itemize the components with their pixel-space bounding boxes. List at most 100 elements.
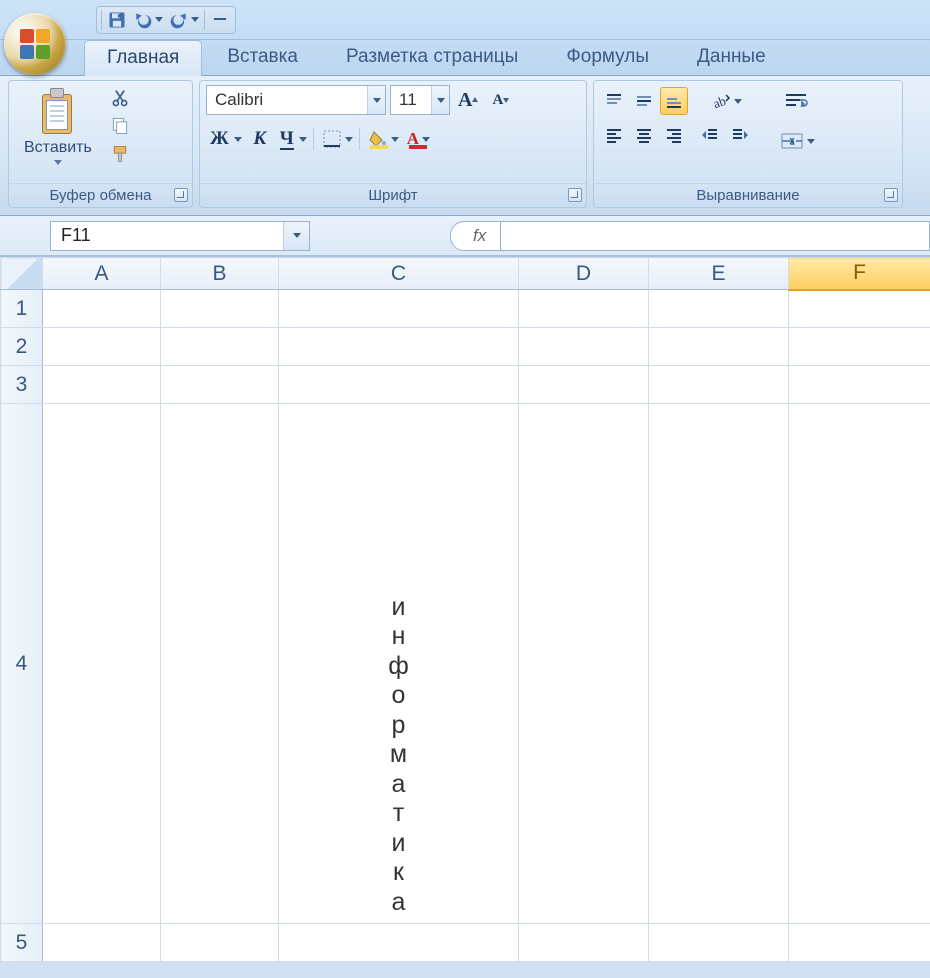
row-header-4[interactable]: 4	[1, 404, 43, 924]
redo-button[interactable]	[166, 7, 202, 33]
group-clipboard: Вставить Буфер обмена	[8, 80, 193, 208]
align-center-icon	[634, 125, 654, 145]
column-header-E[interactable]: E	[649, 258, 789, 290]
cell-B2[interactable]	[161, 328, 279, 366]
ribbon: Вставить Буфер обмена	[0, 76, 930, 216]
font-size-combo[interactable]: 11	[390, 85, 450, 115]
cell-F3[interactable]	[789, 366, 930, 404]
cell-A2[interactable]	[43, 328, 161, 366]
bold-button[interactable]: Ж	[206, 125, 244, 153]
cell-C5[interactable]	[279, 924, 519, 962]
column-header-B[interactable]: B	[161, 258, 279, 290]
align-top-button[interactable]	[600, 87, 628, 115]
cell-F4[interactable]	[789, 404, 930, 924]
tab-insert[interactable]: Вставка	[204, 39, 321, 75]
row-header-5[interactable]: 5	[1, 924, 43, 962]
align-right-icon	[664, 125, 684, 145]
copy-button[interactable]	[105, 113, 135, 139]
save-button[interactable]	[104, 7, 130, 33]
cell-E1[interactable]	[649, 290, 789, 328]
cell-A3[interactable]	[43, 366, 161, 404]
cell-C2[interactable]	[279, 328, 519, 366]
paste-button[interactable]: Вставить	[15, 85, 101, 168]
column-header-F[interactable]: F	[789, 258, 930, 290]
increase-indent-button[interactable]	[726, 121, 754, 149]
tab-home[interactable]: Главная	[84, 40, 202, 76]
cell-B5[interactable]	[161, 924, 279, 962]
cell-C1[interactable]	[279, 290, 519, 328]
insert-function-button[interactable]: fx	[450, 221, 501, 251]
orientation-icon: ab	[711, 91, 731, 111]
decrease-indent-button[interactable]	[696, 121, 724, 149]
cell-E4[interactable]	[649, 404, 789, 924]
cell-D1[interactable]	[519, 290, 649, 328]
cell-B3[interactable]	[161, 366, 279, 404]
cell-E2[interactable]	[649, 328, 789, 366]
indent-left-icon	[700, 125, 720, 145]
cell-E5[interactable]	[649, 924, 789, 962]
spreadsheet: ABCDEF 1234 информатика 5	[0, 256, 930, 962]
borders-button[interactable]	[318, 125, 355, 153]
merge-icon: a	[779, 128, 805, 154]
paintbrush-icon	[110, 144, 130, 164]
cell-B4[interactable]	[161, 404, 279, 924]
office-button[interactable]	[4, 13, 66, 75]
clipboard-icon	[38, 88, 78, 136]
customize-qat-button[interactable]	[207, 7, 233, 33]
italic-button[interactable]: К	[246, 125, 274, 153]
column-header-D[interactable]: D	[519, 258, 649, 290]
shrink-font-button[interactable]: A	[487, 86, 515, 114]
cell-F1[interactable]	[789, 290, 930, 328]
cell-D4[interactable]	[519, 404, 649, 924]
row-header-3[interactable]: 3	[1, 366, 43, 404]
alignment-launcher[interactable]	[884, 188, 898, 202]
row-header-2[interactable]: 2	[1, 328, 43, 366]
cell-C4[interactable]: информатика	[279, 404, 519, 924]
cells-grid[interactable]: ABCDEF 1234 информатика 5	[0, 257, 930, 962]
undo-button[interactable]	[130, 7, 166, 33]
svg-text:a: a	[790, 138, 795, 147]
tab-data[interactable]: Данные	[674, 39, 789, 75]
tab-formulas[interactable]: Формулы	[543, 39, 672, 75]
cell-E3[interactable]	[649, 366, 789, 404]
cell-D2[interactable]	[519, 328, 649, 366]
fx-label: fx	[473, 226, 486, 246]
align-right-button[interactable]	[660, 121, 688, 149]
group-font-label: Шрифт	[368, 187, 417, 204]
format-painter-button[interactable]	[105, 141, 135, 167]
font-size-value: 11	[391, 90, 431, 110]
cell-D3[interactable]	[519, 366, 649, 404]
underline-button[interactable]: Ч	[276, 125, 309, 153]
row-header-1[interactable]: 1	[1, 290, 43, 328]
name-box[interactable]: F11	[50, 221, 310, 251]
cell-A4[interactable]	[43, 404, 161, 924]
cell-F5[interactable]	[789, 924, 930, 962]
align-bottom-button[interactable]	[660, 87, 688, 115]
font-color-button[interactable]: A	[403, 125, 432, 153]
select-all-corner[interactable]	[1, 258, 43, 290]
cut-button[interactable]	[105, 85, 135, 111]
cell-D5[interactable]	[519, 924, 649, 962]
align-center-button[interactable]	[630, 121, 658, 149]
tab-page-layout[interactable]: Разметка страницы	[323, 39, 541, 75]
align-left-button[interactable]	[600, 121, 628, 149]
font-launcher[interactable]	[568, 188, 582, 202]
orientation-button[interactable]: ab	[696, 87, 754, 115]
cell-A1[interactable]	[43, 290, 161, 328]
align-middle-button[interactable]	[630, 87, 658, 115]
column-header-C[interactable]: C	[279, 258, 519, 290]
cell-A5[interactable]	[43, 924, 161, 962]
cell-B1[interactable]	[161, 290, 279, 328]
cell-C3[interactable]	[279, 366, 519, 404]
font-name-value: Calibri	[207, 90, 367, 110]
formula-input[interactable]	[501, 221, 930, 251]
wrap-text-button[interactable]	[775, 87, 817, 119]
fill-color-button[interactable]	[364, 125, 401, 153]
font-name-combo[interactable]: Calibri	[206, 85, 386, 115]
wrap-text-icon	[783, 90, 809, 116]
clipboard-launcher[interactable]	[174, 188, 188, 202]
grow-font-button[interactable]: A	[454, 86, 483, 115]
column-header-A[interactable]: A	[43, 258, 161, 290]
merge-center-button[interactable]: a	[775, 125, 817, 157]
cell-F2[interactable]	[789, 328, 930, 366]
